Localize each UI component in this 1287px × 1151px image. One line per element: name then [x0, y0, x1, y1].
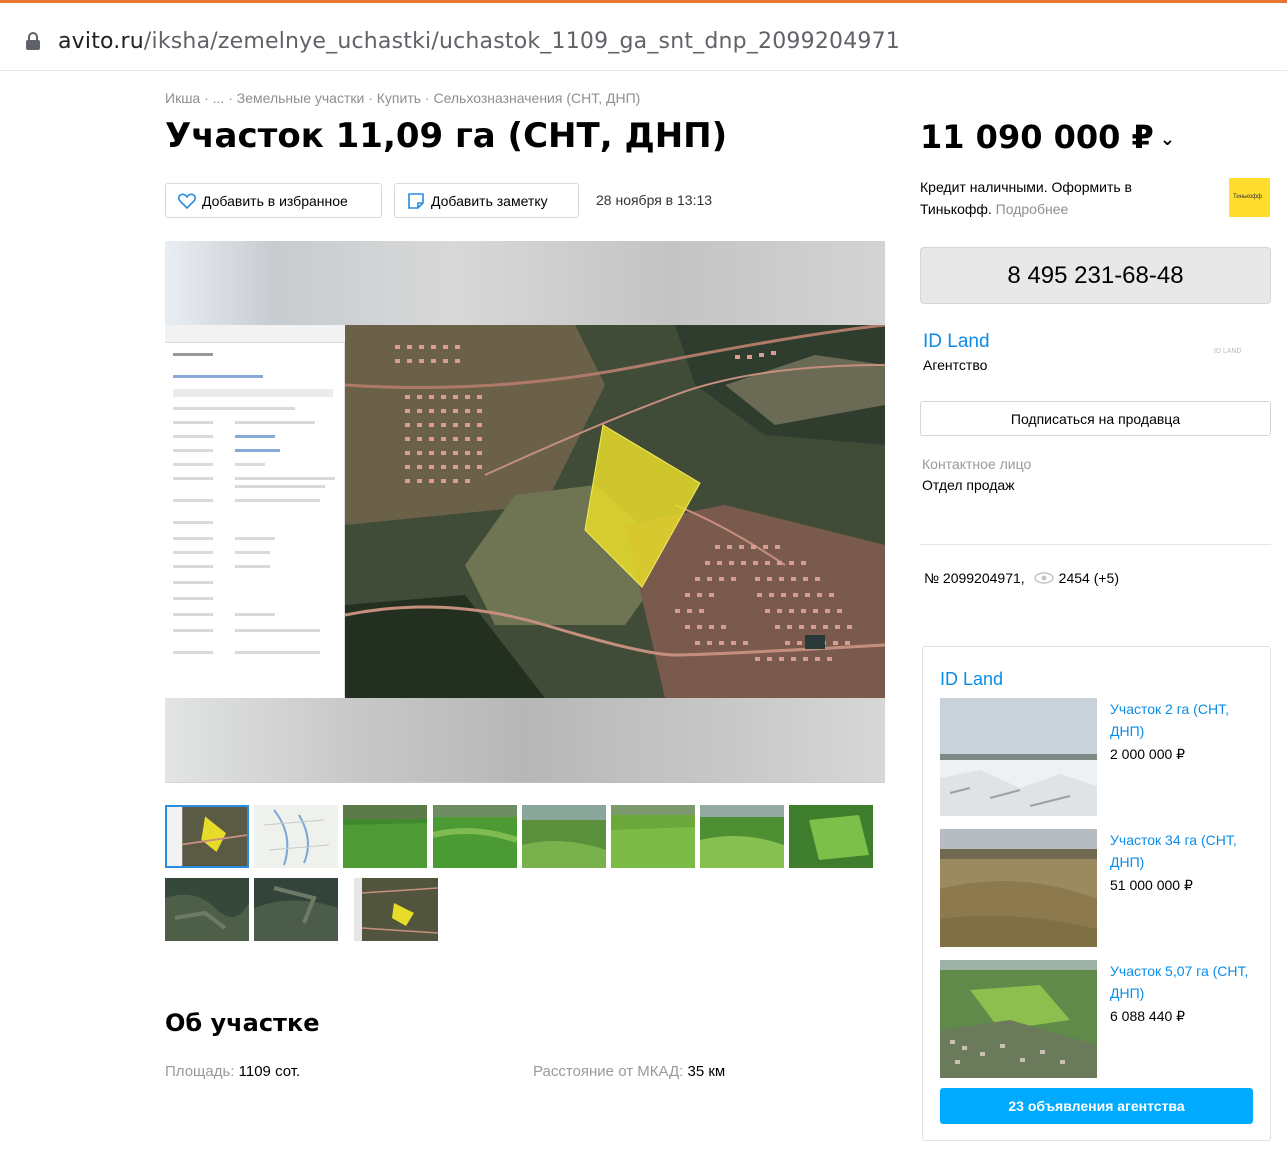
satellite-map: [345, 325, 885, 698]
thumbnail[interactable]: [254, 805, 338, 868]
thumbnail[interactable]: [254, 878, 338, 941]
add-note-label: Добавить заметку: [431, 192, 548, 209]
agency-all-listings-button[interactable]: 23 объявления агентства: [940, 1088, 1253, 1124]
credit-more-link[interactable]: Подробнее: [996, 201, 1069, 217]
param-area: Площадь: 1109 сот.: [165, 1063, 300, 1080]
agency-item[interactable]: Участок 2 га (СНТ, ДНП) 2 000 000 ₽: [940, 698, 1260, 818]
add-to-favorites-label: Добавить в избранное: [202, 192, 348, 209]
thumbnail[interactable]: [611, 805, 695, 868]
address-bar[interactable]: avito.ru/iksha/zemelnye_uchastki/uchasto…: [0, 3, 1287, 71]
map-screenshot: [165, 325, 885, 698]
credit-offer: Кредит наличными. Оформить в Тинькофф. П…: [920, 176, 1180, 220]
contact-label: Контактное лицо: [922, 456, 1032, 472]
main-photo[interactable]: [165, 241, 885, 783]
cadastre-info-panel: [165, 325, 345, 698]
param-label: Расстояние от МКАД:: [533, 1063, 684, 1080]
tinkoff-logo[interactable]: Тинькофф: [1229, 178, 1270, 217]
thumbnail[interactable]: [789, 805, 873, 868]
agency-name-link[interactable]: ID Land: [940, 669, 1003, 690]
chevron-down-icon[interactable]: ⌄: [1160, 129, 1175, 150]
seller-name-link[interactable]: ID Land: [923, 331, 990, 353]
seller-type: Агентство: [923, 357, 988, 373]
publish-date: 28 ноября в 13:13: [596, 192, 713, 208]
ad-stats: № 2099204971, 2454 (+5): [924, 570, 1119, 586]
agency-item[interactable]: Участок 34 га (СНТ, ДНП) 51 000 000 ₽: [940, 829, 1260, 949]
agency-item-price: 51 000 000 ₽: [1110, 877, 1193, 893]
url-text[interactable]: avito.ru/iksha/zemelnye_uchastki/uchasto…: [58, 29, 900, 54]
subscribe-seller-button[interactable]: Подписаться на продавца: [920, 401, 1271, 436]
agency-item-title[interactable]: Участок 5,07 га (СНТ, ДНП): [1110, 960, 1250, 1004]
about-heading: Об участке: [165, 1009, 320, 1037]
note-icon: [408, 192, 424, 209]
seller-logo[interactable]: ID LAND: [1214, 348, 1250, 362]
divider: [920, 544, 1271, 545]
agency-item-price: 2 000 000 ₽: [1110, 746, 1186, 762]
agency-item-title[interactable]: Участок 34 га (СНТ, ДНП): [1110, 829, 1250, 873]
thumbnail[interactable]: [522, 805, 606, 868]
param-value: 35 км: [687, 1063, 726, 1080]
lock-icon: [26, 32, 40, 50]
eye-icon: [1033, 572, 1054, 584]
heart-icon: [178, 193, 196, 209]
agency-block: ID Land Участок 2 га (СНТ, ДНП) 2 000 00…: [922, 646, 1271, 1141]
page-title: Участок 11,09 га (СНТ, ДНП): [165, 116, 728, 156]
param-value: 1109 сот.: [238, 1063, 301, 1080]
agency-item-photo[interactable]: [940, 960, 1097, 1078]
thumbnail[interactable]: [343, 805, 427, 868]
thumbnail[interactable]: [165, 878, 249, 941]
agency-item-price: 6 088 440 ₽: [1110, 1008, 1186, 1024]
thumbnail[interactable]: [433, 805, 517, 868]
ad-number: № 2099204971,: [924, 570, 1025, 586]
thumbnail[interactable]: [700, 805, 784, 868]
agency-item[interactable]: Участок 5,07 га (СНТ, ДНП) 6 088 440 ₽: [940, 960, 1260, 1080]
thumbnail[interactable]: [354, 878, 438, 941]
show-phone-button[interactable]: 8 495 231-68-48: [920, 247, 1271, 304]
agency-item-photo[interactable]: [940, 698, 1097, 816]
price[interactable]: 11 090 000 ₽ ⌄: [920, 118, 1175, 156]
param-distance: Расстояние от МКАД: 35 км: [533, 1063, 725, 1080]
param-label: Площадь:: [165, 1063, 235, 1080]
contact-value: Отдел продаж: [922, 477, 1015, 493]
add-to-favorites-button[interactable]: Добавить в избранное: [165, 183, 382, 218]
agency-item-title[interactable]: Участок 2 га (СНТ, ДНП): [1110, 698, 1250, 742]
breadcrumb[interactable]: Икша · ... · Земельные участки · Купить …: [165, 90, 640, 106]
agency-item-photo[interactable]: [940, 829, 1097, 947]
view-count: 2454 (+5): [1058, 570, 1119, 586]
thumbnail[interactable]: [165, 805, 249, 868]
add-note-button[interactable]: Добавить заметку: [394, 183, 579, 218]
